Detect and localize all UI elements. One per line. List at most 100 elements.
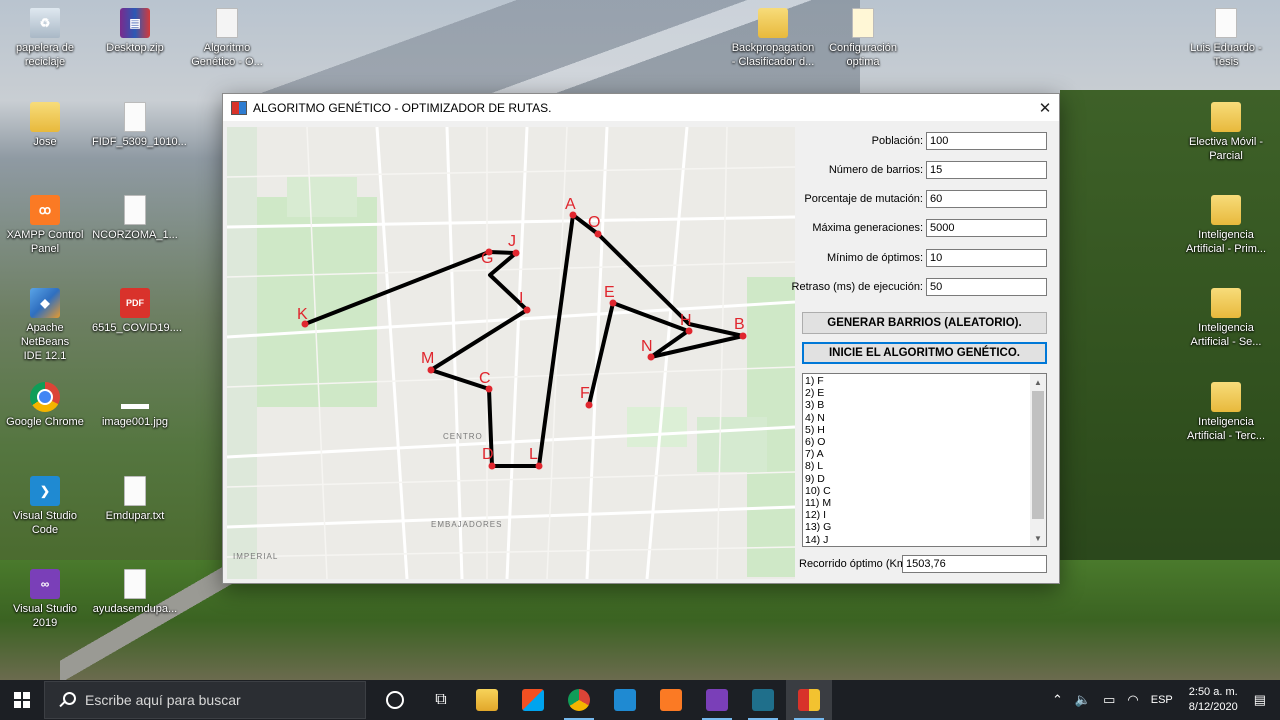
scroll-up-icon[interactable]: ▲	[1030, 374, 1046, 390]
numero-barrios-input[interactable]: 15	[926, 161, 1047, 179]
mutacion-input[interactable]: 60	[926, 190, 1047, 208]
route-list-item[interactable]: 8) L	[805, 460, 831, 472]
desktop-icon-label: ayudasemdupa...	[92, 603, 178, 615]
vscode-icon: ❯	[30, 476, 60, 506]
desktop-icon-netbeans[interactable]: ◆ Apache NetBeans IDE 12.1	[2, 288, 88, 363]
map-park	[227, 127, 257, 579]
taskbar-visual-studio[interactable]	[694, 680, 740, 720]
route-list-item[interactable]: 13) G	[805, 521, 831, 533]
desktop-icon-ia-prim[interactable]: Inteligencia Artificial - Prim...	[1183, 195, 1269, 256]
node-l	[535, 462, 543, 470]
max-generaciones-input[interactable]: 5000	[926, 219, 1047, 237]
desktop-icon-electiva[interactable]: Electiva Móvil - Parcial	[1183, 102, 1269, 163]
node-label-j: J	[508, 233, 516, 250]
desktop-icon-algoritmo-genetico[interactable]: Algoritmo Genético - O...	[184, 8, 270, 69]
taskbar-genetic-app[interactable]	[786, 680, 832, 720]
parameters-panel: Población: 100 Número de barrios: 15 Por…	[792, 127, 1055, 579]
route-list-item[interactable]: 11) M	[805, 497, 831, 509]
notifications-icon[interactable]: ▤	[1254, 692, 1266, 708]
start-button[interactable]	[0, 680, 44, 720]
scrollbar-thumb[interactable]	[1032, 391, 1044, 519]
close-button[interactable]: ✕	[1031, 94, 1059, 121]
taskbar-chrome[interactable]	[556, 680, 602, 720]
route-list-item[interactable]: 4) N	[805, 412, 831, 424]
archive-icon: ▤	[120, 8, 150, 38]
desktop-icon-label: Emdupar.txt	[105, 510, 165, 522]
start-algorithm-button[interactable]: INICIE EL ALGORITMO GENÉTICO.	[802, 342, 1047, 364]
wifi-icon[interactable]: ◠	[1127, 692, 1138, 708]
task-view-button[interactable]: ⧉	[418, 680, 464, 720]
store-icon	[522, 689, 544, 711]
desktop-icon-vscode[interactable]: ❯ Visual Studio Code	[2, 476, 88, 537]
window-titlebar[interactable]: ALGORITMO GENÉTICO - OPTIMIZADOR DE RUTA…	[223, 94, 1059, 121]
desktop-icon-chrome[interactable]: Google Chrome	[2, 382, 88, 429]
taskbar-store[interactable]	[510, 680, 556, 720]
battery-icon[interactable]: ▭	[1103, 692, 1115, 708]
route-listbox[interactable]: 1) F 2) E 3) B 4) N 5) H 6) O 7) A 8) L 9) D 10) …	[802, 373, 1047, 547]
retraso-input[interactable]: 50	[926, 278, 1047, 296]
route-list-item[interactable]: 1) F	[805, 375, 831, 387]
desktop-icon-backpropagation[interactable]: Backpropagation - Clasificador d...	[728, 8, 818, 69]
desktop-icon-ncorzoma[interactable]: NCORZOMA_1...	[92, 195, 178, 242]
desktop-icon-ia-terc[interactable]: Inteligencia Artificial - Terc...	[1183, 382, 1269, 443]
route-list-item[interactable]: 12) I	[805, 509, 831, 521]
desktop-icon-image001[interactable]: image001.jpg	[92, 382, 178, 429]
clock-time: 2:50 a. m.	[1188, 686, 1238, 698]
taskbar: Escribe aquí para buscar ⧉ ⌃ 🔈 ▭ ◠ ESP 2…	[0, 680, 1280, 720]
field-retraso: Retraso (ms) de ejecución: 50	[792, 278, 1049, 298]
chevron-up-icon[interactable]: ⌃	[1052, 692, 1063, 708]
xampp-icon: ꝏ	[30, 195, 60, 225]
desktop-icon-configuracion[interactable]: Configuración optima	[820, 8, 906, 69]
desktop-icon-label: Visual Studio 2019	[12, 603, 77, 629]
route-list-item[interactable]: 6) O	[805, 436, 831, 448]
field-label: Mínimo de óptimos:	[827, 252, 923, 264]
recorrido-optimo-output[interactable]: 1503,76	[902, 555, 1047, 573]
desktop-icon-ayudas[interactable]: ayudasemdupa...	[92, 569, 178, 616]
desktop-icon-covid-pdf[interactable]: PDF 6515_COVID19....	[92, 288, 182, 335]
desktop-icon-xampp[interactable]: ꝏ XAMPP Control Panel	[2, 195, 88, 256]
language-indicator[interactable]: ESP	[1151, 694, 1173, 706]
desktop-icon-ia-se[interactable]: Inteligencia Artificial - Se...	[1183, 288, 1269, 349]
taskbar-search[interactable]: Escribe aquí para buscar	[44, 681, 366, 719]
desktop-icon-vs2019[interactable]: ∞ Visual Studio 2019	[2, 569, 88, 630]
map-park	[627, 407, 687, 447]
route-list-item[interactable]: 14) J	[805, 534, 831, 546]
desktop-icon-jose[interactable]: Jose	[2, 102, 88, 149]
district-label: EMBAJADORES	[431, 520, 502, 529]
document-icon	[852, 8, 874, 38]
listbox-scrollbar[interactable]: ▲ ▼	[1030, 374, 1046, 546]
minimo-optimos-input[interactable]: 10	[926, 249, 1047, 267]
route-list-item[interactable]: 10) C	[805, 485, 831, 497]
node-label-c: C	[479, 370, 491, 387]
taskbar-vscode[interactable]	[602, 680, 648, 720]
taskbar-file-explorer[interactable]	[464, 680, 510, 720]
route-list-item[interactable]: 9) D	[805, 473, 831, 485]
taskbar-xampp[interactable]	[648, 680, 694, 720]
desktop-icon-label: Google Chrome	[6, 416, 84, 428]
pdf-icon: PDF	[120, 288, 150, 318]
route-list-item[interactable]: 7) A	[805, 448, 831, 460]
cortana-button[interactable]	[372, 680, 418, 720]
taskbar-powershell[interactable]	[740, 680, 786, 720]
clock[interactable]: 2:50 a. m. 8/12/2020	[1189, 685, 1238, 715]
field-label: Máxima generaciones:	[812, 222, 923, 234]
node-label-a: A	[565, 196, 576, 213]
desktop-icon-fidf[interactable]: FIDF_5309_1010...	[92, 102, 187, 149]
desktop-icon-recycle-bin[interactable]: ♻ papelera de reciclaje	[2, 8, 88, 69]
document-icon	[124, 476, 146, 506]
route-list-item[interactable]: 5) H	[805, 424, 831, 436]
desktop-icon-label: Inteligencia Artificial - Prim...	[1185, 229, 1267, 255]
scroll-down-icon[interactable]: ▼	[1030, 530, 1046, 546]
volume-icon[interactable]: 🔈	[1075, 692, 1091, 708]
district-label: IMPERIAL	[233, 552, 278, 561]
desktop-icon-emdupar[interactable]: Emdupar.txt	[92, 476, 178, 523]
node-d	[488, 462, 496, 470]
desktop-icon-luis-tesis[interactable]: Luis Eduardo - Tesis	[1183, 8, 1269, 69]
poblacion-input[interactable]: 100	[926, 132, 1047, 150]
field-numero-barrios: Número de barrios: 15	[799, 161, 1049, 181]
node-label-f: F	[580, 385, 590, 402]
generate-neighborhoods-button[interactable]: GENERAR BARRIOS (ALEATORIO).	[802, 312, 1047, 334]
desktop-icon-desktop-zip[interactable]: ▤ Desktop.zip	[92, 8, 178, 55]
route-list-item[interactable]: 3) B	[805, 399, 831, 411]
route-list-item[interactable]: 2) E	[805, 387, 831, 399]
